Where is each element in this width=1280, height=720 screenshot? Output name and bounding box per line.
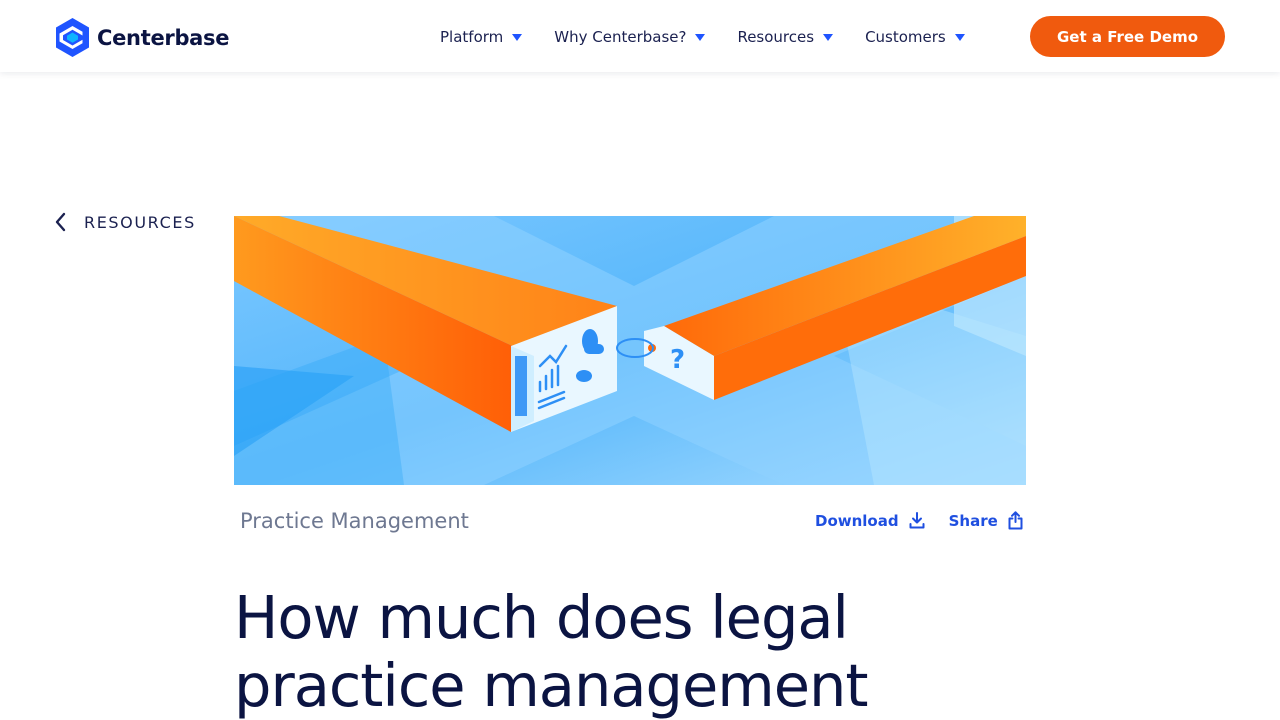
article-category: Practice Management	[240, 509, 469, 533]
chevron-left-icon	[55, 212, 66, 232]
nav-item-label: Why Centerbase?	[554, 28, 687, 46]
share-icon	[1008, 511, 1023, 530]
get-free-demo-button[interactable]: Get a Free Demo	[1030, 16, 1225, 57]
nav-item-resources[interactable]: Resources	[737, 26, 834, 48]
caret-down-icon	[954, 34, 965, 41]
nav-item-label: Platform	[440, 28, 504, 46]
nav-item-label: Customers	[865, 28, 946, 46]
logo-wordmark: Centerbase	[97, 25, 230, 50]
back-to-resources-link[interactable]: RESOURCES	[54, 212, 196, 232]
share-button[interactable]: Share	[949, 511, 1023, 530]
download-icon	[909, 512, 925, 529]
share-label: Share	[948, 511, 998, 530]
nav-item-customers[interactable]: Customers	[865, 26, 965, 48]
centerbase-logo-icon	[56, 18, 89, 57]
download-label: Download	[815, 511, 899, 530]
article-title: How much does legal practice management	[234, 583, 869, 720]
article-actions: Download Share	[815, 511, 1023, 530]
caret-down-icon	[823, 34, 834, 41]
nav-item-why-centerbase[interactable]: Why Centerbase?	[554, 26, 706, 48]
caret-down-icon	[512, 34, 523, 41]
back-link-label: RESOURCES	[84, 212, 196, 232]
centerbase-logo[interactable]: Centerbase	[54, 17, 230, 58]
site-header: Centerbase Platform Why Centerbase? Reso…	[0, 0, 1280, 72]
svg-text:?: ?	[670, 345, 685, 375]
nav-item-platform[interactable]: Platform	[440, 26, 523, 48]
caret-down-icon	[695, 34, 706, 41]
nav-item-label: Resources	[737, 28, 815, 46]
main-nav: Platform Why Centerbase? Resources Custo…	[440, 26, 997, 48]
download-button[interactable]: Download	[815, 512, 925, 530]
article-hero-image: ?	[234, 216, 1026, 485]
